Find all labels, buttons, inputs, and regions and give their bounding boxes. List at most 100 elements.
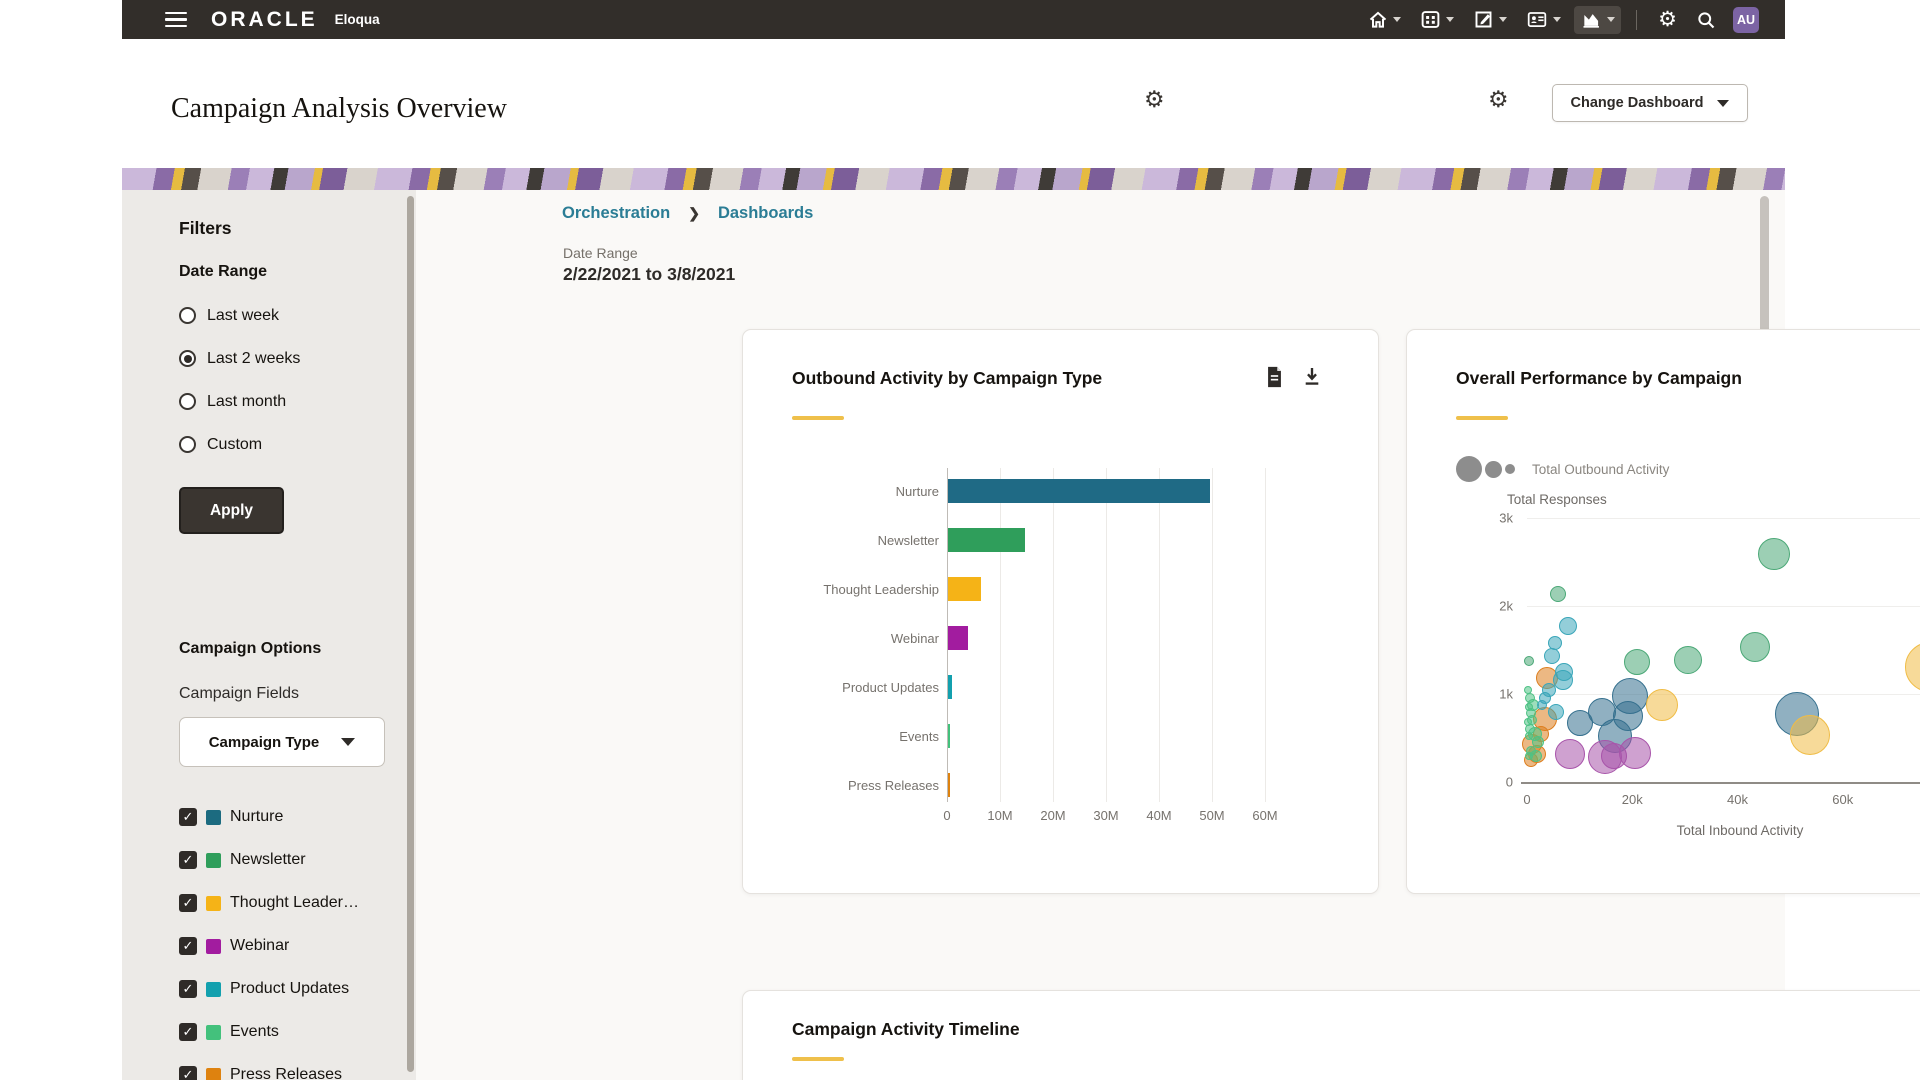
sidebar-scrollbar[interactable] [407,196,414,1072]
home-icon [1368,10,1388,30]
breadcrumb-dashboards[interactable]: Dashboards [718,204,813,223]
x-axis-title: Total Inbound Activity [1677,823,1804,838]
overall-performance-card: Overall Performance by Campaign Total Ou… [1406,329,1920,894]
product-name: Eloqua [335,12,380,27]
page-title: Campaign Analysis Overview [171,93,507,125]
bubble-newsletter [1758,538,1790,570]
campaign-type-checkbox-events[interactable]: ✓Events [179,1020,362,1044]
campaigns-menu[interactable] [1414,5,1460,34]
radio-option-last-2-weeks[interactable]: Last 2 weeks [179,346,300,371]
breadcrumb-orchestration[interactable]: Orchestration [562,204,670,223]
bubble-events [1524,686,1532,694]
gridline [1053,468,1054,802]
checkbox-icon: ✓ [179,1023,197,1041]
bar-category-label: Webinar [759,631,939,646]
campaign-type-checkbox-webinar[interactable]: ✓Webinar [179,934,362,958]
bubble-newsletter [1624,649,1650,675]
bubble-webinar [1555,739,1585,769]
filters-sidebar: Filters Date Range Last weekLast 2 weeks… [122,190,416,1080]
color-swatch [206,1025,221,1040]
analytics-icon [1580,10,1602,30]
gridline [1527,518,1920,519]
gridline [1159,468,1160,802]
campaign-type-dropdown[interactable]: Campaign Type [179,717,385,767]
gridline [1212,468,1213,802]
bar-chart: 010M20M30M40M50M60MNurtureNewsletterThou… [743,330,1378,893]
radio-option-last-month[interactable]: Last month [179,389,300,414]
checkbox-icon: ✓ [179,894,197,912]
checkbox-label: Thought Leadership [230,894,362,912]
color-swatch [206,896,221,911]
campaign-type-checkbox-thought-leadership[interactable]: ✓ Thought Leadership [179,891,362,915]
campaign-options-heading: Campaign Options [179,640,321,658]
filters-title: Filters [179,218,232,239]
analytics-menu[interactable] [1574,6,1621,34]
gear-icon[interactable]: ⚙ [1488,86,1509,113]
compose-icon [1473,9,1494,30]
chevron-down-icon [1499,17,1507,22]
x-tick-label: 30M [1093,808,1118,823]
radio-icon [179,436,196,453]
radio-option-custom[interactable]: Custom [179,432,300,457]
bar-nurture [948,479,1210,503]
title-underline [792,1057,844,1061]
chevron-down-icon [341,738,355,746]
date-range-radio-group: Last week Last 2 weeks Last month Custom [179,303,300,475]
bubble-product-updates [1537,700,1547,710]
checkbox-icon: ✓ [179,851,197,869]
bubble-product-updates [1548,704,1564,720]
chevron-down-icon [1446,17,1454,22]
bubble-product-updates [1559,617,1577,635]
checkbox-icon: ✓ [179,1066,197,1080]
page: ORACLE Eloqua [0,0,1920,1080]
campaign-type-checkbox-newsletter[interactable]: ✓Newsletter [179,848,362,872]
assets-menu[interactable] [1467,5,1513,34]
top-navigation-bar: ORACLE Eloqua [122,0,1785,39]
bubble-newsletter [1524,656,1534,666]
campaign-type-checkbox-nurture[interactable]: ✓Nurture [179,805,362,829]
x-tick-label: 20M [1040,808,1065,823]
apply-button[interactable]: Apply [179,487,284,534]
gear-icon[interactable]: ⚙ [1652,9,1683,30]
date-range-label: Date Range [563,245,638,261]
x-tick-label: 60k [1832,792,1853,807]
checkbox-icon: ✓ [179,808,197,826]
y-tick-label: 1k [1479,687,1513,702]
checkbox-icon: ✓ [179,980,197,998]
campaign-type-checkbox-press-releases[interactable]: ✓Press Releases [179,1063,362,1080]
app-window: ORACLE Eloqua [122,0,1785,1080]
radio-option-last-week[interactable]: Last week [179,303,300,328]
campaign-type-checkbox-group: ✓Nurture✓Newsletter✓Thought Leadership✓W… [179,805,362,1080]
avatar[interactable]: AU [1733,7,1759,33]
search-button[interactable] [1690,6,1722,34]
bar-press-releases [948,773,950,797]
divider [1636,10,1637,30]
color-swatch [206,853,221,868]
x-tick-label: 50M [1199,808,1224,823]
campaign-type-value: Campaign Type [209,734,320,751]
change-dashboard-button[interactable]: Change Dashboard [1552,84,1748,122]
radio-label: Custom [207,436,262,454]
radio-icon [179,350,196,367]
radio-label: Last week [207,307,279,325]
bubble-nurture [1613,701,1643,731]
home-menu[interactable] [1362,6,1407,34]
date-range-value: 2/22/2021 to 3/8/2021 [563,264,735,285]
radio-label: Last 2 weeks [207,350,300,368]
topbar-icons: ⚙ AU [1362,0,1759,39]
audience-menu[interactable] [1520,5,1567,34]
apps-icon [1420,9,1441,30]
bubble-thought-leadership [1790,715,1830,755]
chevron-down-icon [1717,100,1729,107]
radio-icon [179,393,196,410]
gridline [1106,468,1107,802]
gear-icon[interactable]: ⚙ [1144,86,1165,113]
bubble-webinar [1601,743,1627,769]
menu-icon[interactable] [165,8,187,32]
x-tick-label: 20k [1622,792,1643,807]
x-tick-label: 10M [987,808,1012,823]
campaign-type-checkbox-product-updates[interactable]: ✓Product Updates [179,977,362,1001]
y-tick-label: 0 [1479,775,1513,790]
radio-label: Last month [207,393,286,411]
bubble-chart: 01k2k3k020k40k60k80k [1407,330,1920,893]
